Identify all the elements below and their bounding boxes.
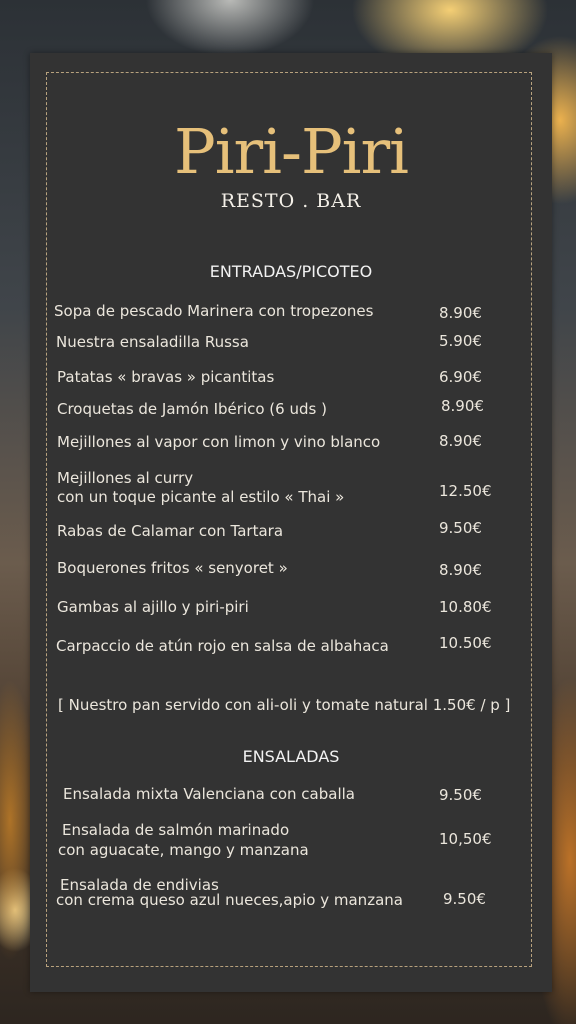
section-title-entradas: ENTRADAS/PICOTEO xyxy=(209,262,373,281)
menu-item-name: Mejillones al curry xyxy=(57,469,194,487)
menu-item-price: 10.50€ xyxy=(439,634,492,652)
menu-item-price: 10.80€ xyxy=(439,598,492,616)
menu-item-description: con crema queso azul nueces,apio y manza… xyxy=(56,891,403,909)
menu-item-price: 8.90€ xyxy=(441,397,484,415)
menu-item-name: Rabas de Calamar con Tartara xyxy=(57,522,284,540)
menu-item-name: Croquetas de Jamón Ibérico (6 uds ) xyxy=(57,400,327,418)
menu-item-name: Mejillones al vapor con limon y vino bla… xyxy=(57,433,381,451)
menu-item-price: 9.50€ xyxy=(439,786,482,804)
menu-item-price: 8.90€ xyxy=(439,432,482,450)
menu-item-name: Boquerones fritos « senyoret » xyxy=(57,559,288,577)
menu-item-description: con un toque picante al estilo « Thai » xyxy=(57,488,345,506)
restaurant-logo: Piri-Piri xyxy=(174,115,409,188)
menu-item-price: 9.50€ xyxy=(439,519,482,537)
menu-card: Piri-Piri RESTO . BAR ENTRADAS/PICOTEO S… xyxy=(30,53,552,992)
section-title-ensaladas: ENSALADAS xyxy=(242,747,340,766)
menu-item-name: Patatas « bravas » picantitas xyxy=(57,368,275,386)
menu-item-name: Ensalada mixta Valenciana con caballa xyxy=(63,785,355,803)
menu-item-price: 5.90€ xyxy=(439,332,482,350)
menu-item-price: 8.90€ xyxy=(439,561,482,579)
menu-item-name: Ensalada de salmón marinado xyxy=(62,821,290,839)
menu-item-price: 8.90€ xyxy=(439,304,482,322)
menu-item-description: con aguacate, mango y manzana xyxy=(58,841,309,859)
menu-item-price: 12.50€ xyxy=(439,482,492,500)
menu-item-price: 10,50€ xyxy=(439,830,492,848)
menu-item-name: Nuestra ensaladilla Russa xyxy=(56,333,249,351)
menu-item-name: Sopa de pescado Marinera con tropezones xyxy=(54,302,374,320)
bread-note: [ Nuestro pan servido con ali-oli y toma… xyxy=(58,696,511,714)
menu-item-price: 6.90€ xyxy=(439,368,482,386)
menu-item-name: Carpaccio de atún rojo en salsa de albah… xyxy=(56,637,389,655)
restaurant-tagline: RESTO . BAR xyxy=(220,190,362,212)
menu-item-price: 9.50€ xyxy=(443,890,486,908)
menu-item-name: Gambas al ajillo y piri-piri xyxy=(57,598,249,616)
